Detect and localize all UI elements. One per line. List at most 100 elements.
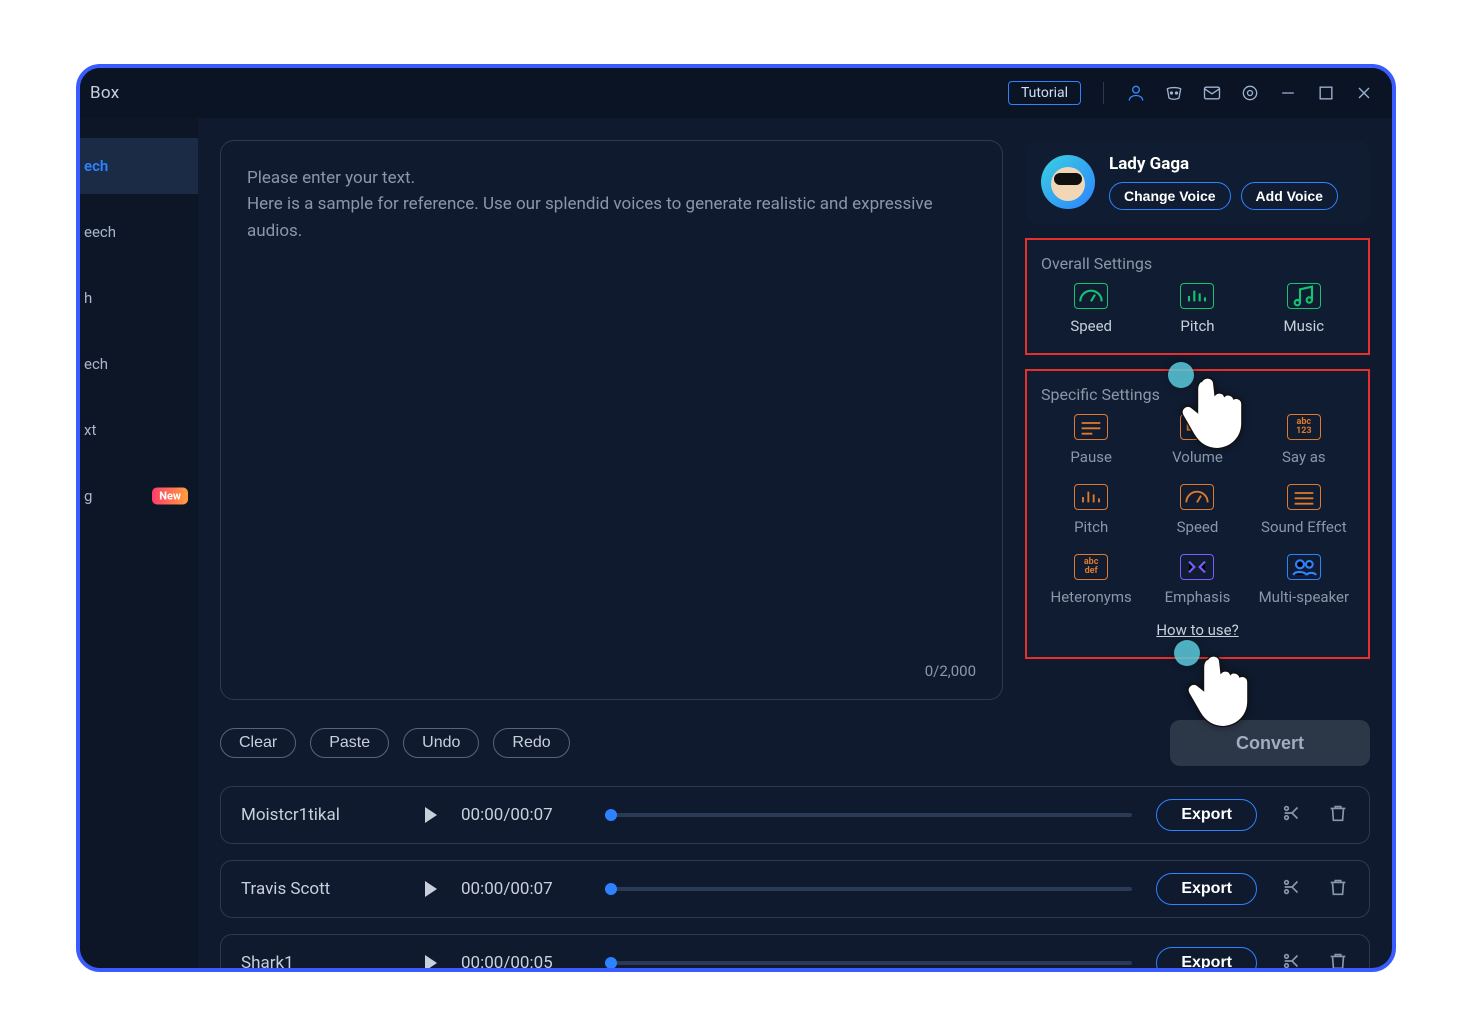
track-row: Travis Scott 00:00/00:07 Export	[220, 860, 1370, 918]
user-icon[interactable]	[1126, 83, 1146, 103]
speed-icon	[1180, 484, 1214, 510]
right-panel: Lady Gaga Change Voice Add Voice Overall…	[1025, 140, 1370, 700]
track-row: Shark1 00:00/00:05 Export	[220, 934, 1370, 968]
sidebar-item-3[interactable]: ech	[80, 336, 198, 392]
sidebar-item-2[interactable]: h	[80, 270, 198, 326]
sidebar-item-0[interactable]: ech	[80, 138, 198, 194]
export-button[interactable]: Export	[1156, 947, 1257, 968]
setting-pitch2[interactable]: Pitch	[1041, 484, 1141, 536]
track-name: Travis Scott	[241, 879, 401, 899]
setting-volume[interactable]: Volume	[1147, 414, 1247, 466]
setting-pause[interactable]: Pause	[1041, 414, 1141, 466]
setting-speed[interactable]: Speed	[1041, 283, 1141, 335]
setting-label: Pause	[1070, 448, 1112, 466]
sidebar: ech eech h ech xt g New	[80, 118, 198, 968]
editor-placeholder-line2: Here is a sample for reference. Use our …	[247, 191, 976, 244]
history-list: Moistcr1tikal 00:00/00:07 Export Travis …	[220, 786, 1370, 968]
overall-settings-title: Overall Settings	[1041, 254, 1354, 273]
close-icon[interactable]	[1354, 83, 1374, 103]
sfx-icon	[1287, 484, 1321, 510]
mail-icon[interactable]	[1202, 83, 1222, 103]
change-voice-button[interactable]: Change Voice	[1109, 182, 1231, 210]
char-counter: 0/2,000	[925, 660, 976, 683]
track-time: 00:00/00:07	[461, 805, 581, 825]
setting-label: Heteronyms	[1051, 588, 1132, 606]
settings-icon[interactable]	[1240, 83, 1260, 103]
sidebar-item-label: eech	[84, 223, 116, 241]
setting-speed2[interactable]: Speed	[1147, 484, 1247, 536]
progress-thumb[interactable]	[605, 957, 617, 968]
sidebar-item-label: ech	[84, 157, 108, 175]
setting-label: Music	[1284, 317, 1325, 335]
emphasis-icon	[1180, 554, 1214, 580]
progress-thumb[interactable]	[605, 883, 617, 895]
voice-name: Lady Gaga	[1109, 154, 1338, 174]
play-icon[interactable]	[425, 881, 437, 897]
clear-button[interactable]: Clear	[220, 728, 296, 758]
heteronyms-icon: abcdef	[1074, 554, 1108, 580]
pitch-icon	[1180, 283, 1214, 309]
redo-button[interactable]: Redo	[493, 728, 569, 758]
cut-icon[interactable]	[1281, 950, 1303, 968]
app-title: Box	[90, 83, 119, 103]
paste-button[interactable]: Paste	[310, 728, 389, 758]
voice-card: Lady Gaga Change Voice Add Voice	[1025, 140, 1370, 224]
progress-thumb[interactable]	[605, 809, 617, 821]
discord-icon[interactable]	[1164, 83, 1184, 103]
undo-button[interactable]: Undo	[403, 728, 479, 758]
convert-button[interactable]: Convert	[1170, 720, 1370, 766]
track-progress[interactable]	[605, 887, 1132, 891]
setting-label: Emphasis	[1165, 588, 1231, 606]
editor-placeholder-line1: Please enter your text.	[247, 165, 976, 191]
setting-music[interactable]: Music	[1254, 283, 1354, 335]
export-button[interactable]: Export	[1156, 799, 1257, 831]
delete-icon[interactable]	[1327, 876, 1349, 902]
setting-pitch[interactable]: Pitch	[1147, 283, 1247, 335]
sidebar-item-label: ech	[84, 355, 108, 373]
pitch-icon	[1074, 484, 1108, 510]
titlebar-separator	[1103, 82, 1104, 104]
export-button[interactable]: Export	[1156, 873, 1257, 905]
music-icon	[1287, 283, 1321, 309]
maximize-icon[interactable]	[1316, 83, 1336, 103]
specific-settings-title: Specific Settings	[1041, 385, 1354, 404]
how-to-use: How to use?	[1041, 620, 1354, 639]
track-progress[interactable]	[605, 813, 1132, 817]
how-to-use-link[interactable]: How to use?	[1156, 621, 1238, 639]
setting-sfx[interactable]: Sound Effect	[1254, 484, 1354, 536]
pause-icon	[1074, 414, 1108, 440]
track-progress[interactable]	[605, 961, 1132, 965]
cut-icon[interactable]	[1281, 802, 1303, 828]
setting-emphasis[interactable]: Emphasis	[1147, 554, 1247, 606]
setting-label: Volume	[1172, 448, 1223, 466]
sayas-icon: abc123	[1287, 414, 1321, 440]
delete-icon[interactable]	[1327, 950, 1349, 968]
setting-label: Speed	[1070, 317, 1112, 335]
sidebar-item-5[interactable]: g New	[80, 468, 198, 524]
volume-icon	[1180, 414, 1214, 440]
sidebar-item-label: g	[84, 487, 92, 505]
setting-label: Say as	[1282, 448, 1326, 466]
setting-label: Sound Effect	[1261, 518, 1347, 536]
text-editor[interactable]: Please enter your text. Here is a sample…	[220, 140, 1003, 700]
sidebar-item-label: h	[84, 289, 92, 307]
setting-label: Multi-speaker	[1259, 588, 1349, 606]
setting-heteronyms[interactable]: abcdef Heteronyms	[1041, 554, 1141, 606]
add-voice-button[interactable]: Add Voice	[1241, 182, 1338, 210]
sidebar-item-4[interactable]: xt	[80, 402, 198, 458]
specific-settings-panel: Specific Settings Pause Volume	[1025, 369, 1370, 659]
track-name: Moistcr1tikal	[241, 805, 401, 825]
play-icon[interactable]	[425, 807, 437, 823]
setting-label: Pitch	[1180, 317, 1214, 335]
setting-multispeaker[interactable]: Multi-speaker	[1254, 554, 1354, 606]
overall-settings-panel: Overall Settings Speed Pitch	[1025, 238, 1370, 355]
delete-icon[interactable]	[1327, 802, 1349, 828]
voice-avatar	[1041, 155, 1095, 209]
tutorial-button[interactable]: Tutorial	[1008, 81, 1081, 105]
cut-icon[interactable]	[1281, 876, 1303, 902]
play-icon[interactable]	[425, 955, 437, 968]
sidebar-item-1[interactable]: eech	[80, 204, 198, 260]
track-time: 00:00/00:07	[461, 879, 581, 899]
minimize-icon[interactable]	[1278, 83, 1298, 103]
setting-sayas[interactable]: abc123 Say as	[1254, 414, 1354, 466]
